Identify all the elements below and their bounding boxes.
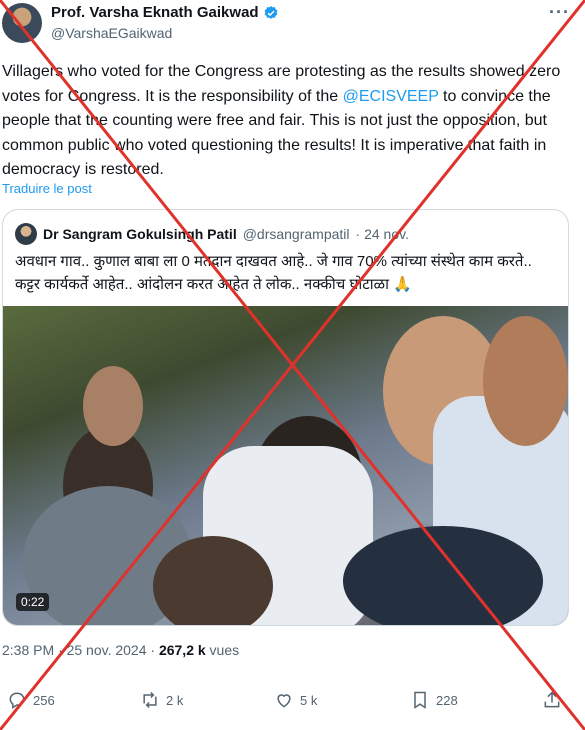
author-name[interactable]: Prof. Varsha Eknath Gaikwad xyxy=(51,4,259,21)
bookmark-count: 228 xyxy=(436,692,458,708)
author-name-row: Prof. Varsha Eknath Gaikwad xyxy=(51,4,279,21)
like-button[interactable]: 5 k xyxy=(274,690,317,710)
verified-badge-icon xyxy=(264,5,277,19)
video-duration: 0:22 xyxy=(16,593,50,611)
reply-count: 256 xyxy=(33,692,55,708)
share-button[interactable] xyxy=(542,690,562,710)
quoted-author-name: Dr Sangram Gokulsingh Patil xyxy=(43,226,237,242)
video-player[interactable]: 0:22 xyxy=(3,306,568,625)
action-bar: 256 2 k 5 k 228 xyxy=(0,690,585,714)
quoted-tweet[interactable]: Dr Sangram Gokulsingh Patil @drsangrampa… xyxy=(2,209,569,626)
quoted-date: · 24 nov. xyxy=(355,226,409,242)
bookmark-button[interactable]: 228 xyxy=(410,690,458,710)
quoted-avatar xyxy=(15,223,37,245)
like-count: 5 k xyxy=(300,692,318,708)
repost-button[interactable]: 2 k xyxy=(140,690,183,710)
timestamp-text[interactable]: 2:38 PM · 25 nov. 2024 · xyxy=(2,642,159,658)
quoted-text: अवधान गाव.. कुणाल बाबा ला 0 मतदान दाखवत … xyxy=(15,253,532,293)
repost-count: 2 k xyxy=(166,692,184,708)
author-handle[interactable]: @VarshaEGaikwad xyxy=(51,25,172,41)
view-label: vues xyxy=(205,642,240,658)
mention-link[interactable]: @ECISVEEP xyxy=(343,88,439,105)
reply-icon xyxy=(9,692,25,709)
author-avatar[interactable] xyxy=(2,3,42,43)
more-options-icon[interactable]: ··· xyxy=(549,2,570,23)
post-timestamp: 2:38 PM · 25 nov. 2024 · 267,2 k vues xyxy=(2,642,239,658)
tweet-header: Prof. Varsha Eknath Gaikwad @VarshaEGaik… xyxy=(0,0,585,52)
repost-icon xyxy=(143,691,157,709)
tweet-text: Villagers who voted for the Congress are… xyxy=(2,60,577,183)
view-count: 267,2 k xyxy=(158,642,206,658)
quoted-author-handle: @drsangrampatil xyxy=(242,226,350,242)
translate-post-link[interactable]: Traduire le post xyxy=(2,181,92,196)
bookmark-icon xyxy=(414,691,426,709)
heart-icon xyxy=(277,694,291,708)
quoted-header: Dr Sangram Gokulsingh Patil @drsangrampa… xyxy=(15,223,409,245)
share-icon xyxy=(544,691,560,708)
reply-button[interactable]: 256 xyxy=(7,690,55,710)
